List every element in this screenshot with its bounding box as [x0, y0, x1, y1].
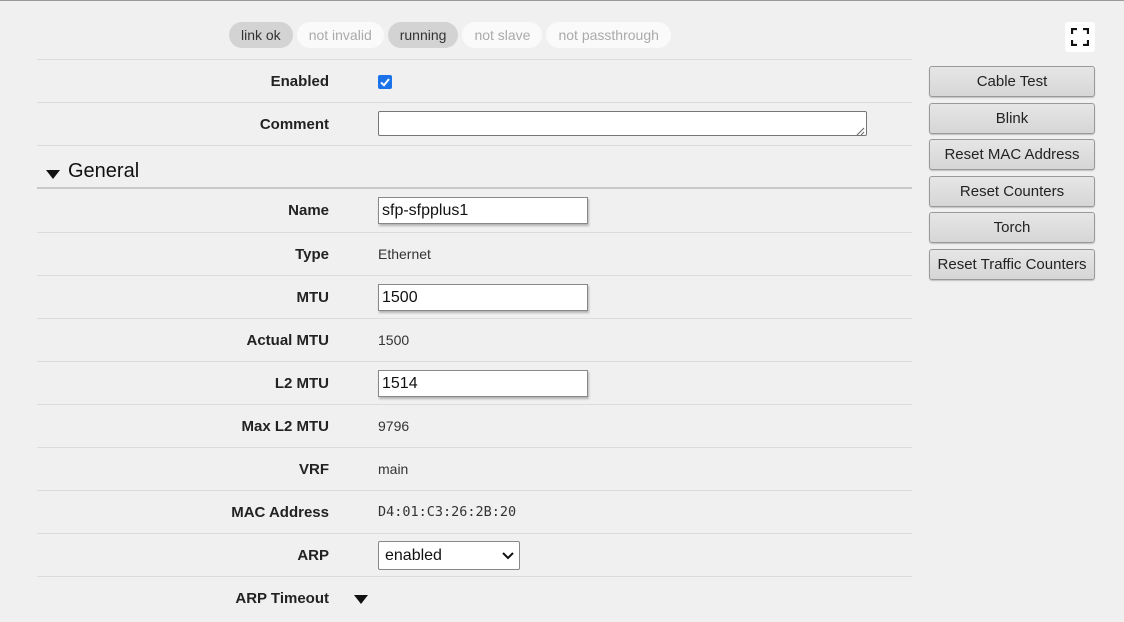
section-general-title: General [68, 160, 140, 182]
arp-label: ARP [297, 547, 329, 564]
chevron-down-icon [502, 552, 514, 560]
status-not-passthrough: not passthrough [546, 22, 671, 48]
resize-grip-icon[interactable] [856, 127, 865, 136]
expand-triangle-icon[interactable] [354, 595, 368, 604]
arp-select[interactable]: enabled [378, 541, 520, 570]
reset-traffic-counters-button[interactable]: Reset Traffic Counters [929, 248, 1095, 280]
status-flags: link ok not invalid running not slave no… [229, 22, 671, 48]
vrf-label: VRF [299, 461, 329, 478]
row-mtu: MTU 1500 [37, 275, 912, 318]
comment-textarea[interactable] [378, 111, 867, 136]
action-buttons: Cable Test Blink Reset MAC Address Reset… [929, 66, 1095, 285]
arp-select-value: enabled [385, 547, 442, 564]
mac-address-value: D4:01:C3:26:2B:20 [378, 504, 517, 520]
status-not-invalid: not invalid [296, 22, 384, 48]
row-comment: Comment [37, 102, 912, 145]
row-arp-timeout: ARP Timeout [37, 576, 912, 619]
status-link-ok: link ok [229, 22, 293, 48]
blink-button[interactable]: Blink [929, 102, 1095, 134]
fullscreen-icon [1071, 28, 1089, 46]
row-actual-mtu: Actual MTU 1500 [37, 318, 912, 361]
name-input[interactable]: sfp-sfpplus1 [378, 197, 588, 224]
mtu-input[interactable]: 1500 [378, 284, 588, 311]
mac-address-label: MAC Address [231, 504, 329, 521]
checkmark-icon [380, 78, 390, 87]
torch-button[interactable]: Torch [929, 212, 1095, 243]
vrf-value: main [378, 461, 409, 477]
row-type: Type Ethernet [37, 232, 912, 275]
row-arp: ARP enabled [37, 533, 912, 576]
max-l2-mtu-label: Max L2 MTU [241, 418, 329, 435]
name-label: Name [288, 202, 329, 219]
l2-mtu-input[interactable]: 1514 [378, 370, 588, 397]
section-general[interactable]: General [37, 145, 912, 189]
fullscreen-button[interactable] [1065, 22, 1095, 52]
arp-timeout-label: ARP Timeout [235, 590, 329, 607]
actual-mtu-label: Actual MTU [246, 332, 330, 349]
row-l2-mtu: L2 MTU 1514 [37, 361, 912, 404]
status-not-slave: not slave [462, 22, 543, 48]
type-value: Ethernet [378, 246, 431, 262]
row-enabled: Enabled [37, 59, 912, 102]
l2-mtu-label: L2 MTU [274, 375, 329, 392]
interface-form: Enabled Comment General Name sfp-sfpplus… [37, 59, 912, 619]
triangle-down-icon [46, 170, 60, 179]
actual-mtu-value: 1500 [378, 332, 410, 348]
mtu-label: MTU [296, 289, 330, 306]
enabled-checkbox[interactable] [378, 75, 392, 89]
reset-mac-address-button[interactable]: Reset MAC Address [929, 139, 1095, 170]
row-vrf: VRF main [37, 447, 912, 490]
enabled-label: Enabled [270, 73, 329, 90]
type-label: Type [295, 246, 329, 263]
row-max-l2-mtu: Max L2 MTU 9796 [37, 404, 912, 447]
cable-test-button[interactable]: Cable Test [929, 66, 1095, 97]
max-l2-mtu-value: 9796 [378, 418, 410, 434]
row-name: Name sfp-sfpplus1 [37, 189, 912, 232]
row-mac-address: MAC Address D4:01:C3:26:2B:20 [37, 490, 912, 533]
status-running: running [387, 22, 459, 48]
reset-counters-button[interactable]: Reset Counters [929, 175, 1095, 207]
comment-label: Comment [259, 116, 329, 133]
